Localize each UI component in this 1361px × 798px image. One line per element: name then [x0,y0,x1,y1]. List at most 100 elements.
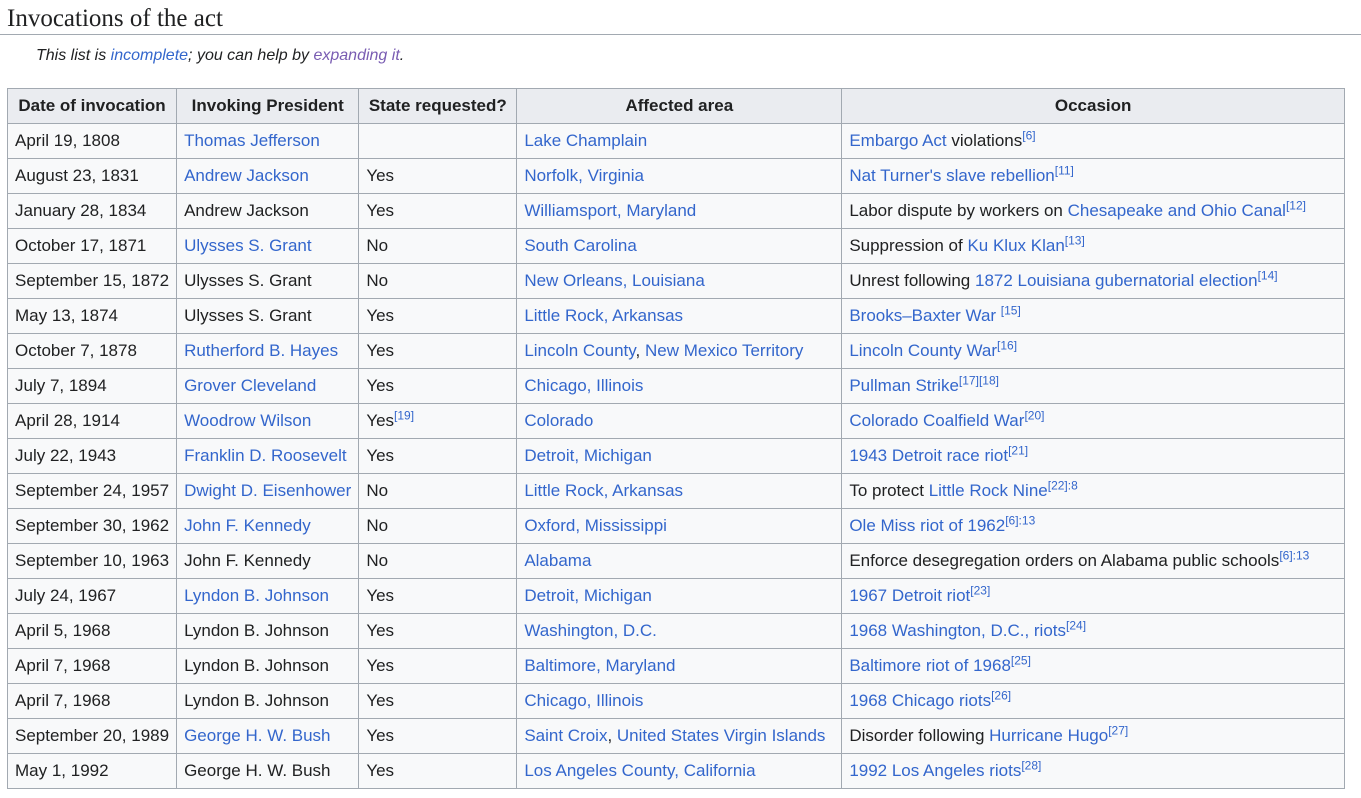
cell-president[interactable]: Andrew Jackson [176,158,360,194]
citation[interactable]: [22]:8 [1048,478,1078,492]
cell-affected-area[interactable]: Chicago, Illinois [516,683,843,719]
cell-affected-area[interactable]: Baltimore, Maryland [516,648,843,684]
state-reference-link[interactable]: [19] [394,408,414,422]
citation-link[interactable]: [6]:13 [1279,548,1309,562]
cell-occasion[interactable]: Embargo Act violations[6] [841,123,1345,159]
occasion-link[interactable]: 1968 Washington, D.C., riots [849,621,1066,640]
area-link[interactable]: Saint Croix [524,726,607,745]
cell-president[interactable]: Dwight D. Eisenhower [176,473,360,509]
expanding-it-link[interactable]: expanding it [313,47,399,64]
occasion-link[interactable]: 1872 Louisiana gubernatorial election [975,271,1258,290]
header-president[interactable]: Invoking President [176,88,360,124]
cell-occasion[interactable]: Brooks–Baxter War [15] [841,298,1345,334]
cell-occasion[interactable]: 1943 Detroit race riot[21] [841,438,1345,474]
area-link[interactable]: Alabama [524,551,591,570]
citation[interactable]: [27] [1108,723,1128,737]
cell-affected-area[interactable]: Detroit, Michigan [516,438,843,474]
cell-occasion[interactable]: 1968 Chicago riots[26] [841,683,1345,719]
occasion-link[interactable]: Ole Miss riot of 1962 [849,516,1005,535]
citation[interactable]: [6]:13 [1005,513,1035,527]
occasion-link[interactable]: 1967 Detroit riot [849,586,970,605]
citation-link[interactable]: [24] [1066,618,1086,632]
occasion-link[interactable]: Nat Turner's slave rebellion [849,166,1054,185]
citation[interactable]: [28] [1021,758,1041,772]
citation-link[interactable]: [28] [1021,758,1041,772]
cell-occasion[interactable]: Unrest following 1872 Louisiana gubernat… [841,263,1345,299]
citation-link[interactable]: [23] [970,583,990,597]
cell-occasion[interactable]: Enforce desegregation orders on Alabama … [841,543,1345,579]
citation[interactable]: [14] [1258,268,1278,282]
cell-affected-area[interactable]: Norfolk, Virginia [516,158,843,194]
cell-affected-area[interactable]: Lake Champlain [516,123,843,159]
cell-occasion[interactable]: Suppression of Ku Klux Klan[13] [841,228,1345,264]
cell-affected-area[interactable]: Colorado [516,403,843,439]
cell-affected-area[interactable]: Detroit, Michigan [516,578,843,614]
citation[interactable]: [15] [1001,303,1021,317]
citation[interactable]: [6] [1022,128,1035,142]
cell-affected-area[interactable]: Washington, D.C. [516,613,843,649]
area-link[interactable]: Detroit, Michigan [524,446,652,465]
citation-link[interactable]: [21] [1008,443,1028,457]
cell-president[interactable]: John F. Kennedy [176,508,360,544]
header-date[interactable]: Date of invocation [6,88,178,124]
president-link[interactable]: Franklin D. Roosevelt [184,446,347,465]
cell-affected-area[interactable]: Williamsport, Maryland [516,193,843,229]
occasion-link[interactable]: Chesapeake and Ohio Canal [1068,201,1286,220]
president-link[interactable]: Woodrow Wilson [184,411,311,430]
cell-occasion[interactable]: 1992 Los Angeles riots[28] [841,753,1345,789]
cell-affected-area[interactable]: Los Angeles County, California [516,753,843,789]
citation[interactable]: [13] [1065,233,1085,247]
citation-link[interactable]: [12] [1286,198,1306,212]
cell-president[interactable]: Franklin D. Roosevelt [176,438,360,474]
occasion-link[interactable]: Ku Klux Klan [967,236,1064,255]
area-link[interactable]: Colorado [524,411,593,430]
cell-president[interactable]: Lyndon B. Johnson [176,578,360,614]
citation-link[interactable]: [20] [1024,408,1044,422]
president-link[interactable]: Thomas Jefferson [184,131,320,150]
area-link[interactable]: Little Rock, Arkansas [524,481,683,500]
citation[interactable]: [20] [1024,408,1044,422]
cell-occasion[interactable]: Colorado Coalfield War[20] [841,403,1345,439]
cell-president[interactable]: Rutherford B. Hayes [176,333,360,369]
president-link[interactable]: Andrew Jackson [184,166,309,185]
cell-occasion[interactable]: Nat Turner's slave rebellion[11] [841,158,1345,194]
cell-affected-area[interactable]: Oxford, Mississippi [516,508,843,544]
citation-link[interactable]: [26] [991,688,1011,702]
citation-link[interactable]: [15] [1001,303,1021,317]
area-link[interactable]: New Orleans, Louisiana [524,271,704,290]
citation[interactable]: [21] [1008,443,1028,457]
cell-occasion[interactable]: Lincoln County War[16] [841,333,1345,369]
header-affected-area[interactable]: Affected area [516,88,843,124]
cell-occasion[interactable]: Disorder following Hurricane Hugo[27] [841,718,1345,754]
cell-affected-area[interactable]: New Orleans, Louisiana [516,263,843,299]
citation-link[interactable]: [22]:8 [1048,478,1078,492]
occasion-link[interactable]: 1992 Los Angeles riots [849,761,1021,780]
citation[interactable]: [25] [1011,653,1031,667]
area-link[interactable]: Chicago, Illinois [524,691,643,710]
citation-link[interactable]: [11] [1055,163,1074,177]
occasion-link[interactable]: Lincoln County War [849,341,997,360]
area-link[interactable]: Los Angeles County, California [524,761,755,780]
header-occasion[interactable]: Occasion [841,88,1345,124]
citation-link[interactable]: [14] [1258,268,1278,282]
area-link[interactable]: Washington, D.C. [524,621,657,640]
president-link[interactable]: Dwight D. Eisenhower [184,481,351,500]
cell-president[interactable]: Ulysses S. Grant [176,228,360,264]
cell-occasion[interactable]: Pullman Strike[17][18] [841,368,1345,404]
citation-link[interactable]: [6] [1022,128,1035,142]
area-link[interactable]: New Mexico Territory [645,341,803,360]
area-link[interactable]: Little Rock, Arkansas [524,306,683,325]
cell-affected-area[interactable]: Chicago, Illinois [516,368,843,404]
occasion-link[interactable]: Pullman Strike [849,376,959,395]
cell-president[interactable]: Woodrow Wilson [176,403,360,439]
occasion-link[interactable]: Brooks–Baxter War [849,306,996,325]
cell-affected-area[interactable]: Little Rock, Arkansas [516,473,843,509]
incomplete-link[interactable]: incomplete [111,47,188,64]
citation[interactable]: [23] [970,583,990,597]
occasion-link[interactable]: 1943 Detroit race riot [849,446,1008,465]
cell-president[interactable]: George H. W. Bush [176,718,360,754]
cell-occasion[interactable]: Labor dispute by workers on Chesapeake a… [841,193,1345,229]
header-state-requested[interactable]: State requested? [358,88,518,124]
citation-link[interactable]: [13] [1065,233,1085,247]
cell-affected-area[interactable]: Alabama [516,543,843,579]
